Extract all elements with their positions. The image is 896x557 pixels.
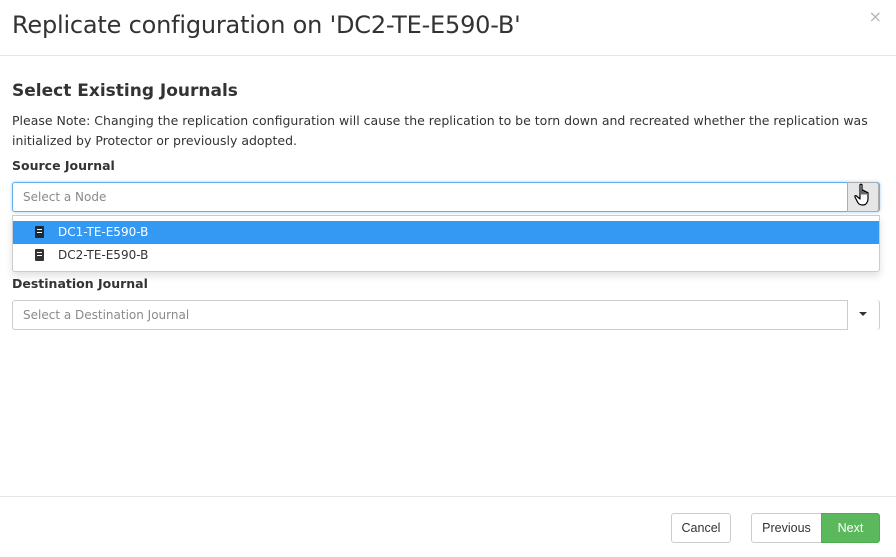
replicate-config-dialog: Replicate configuration on 'DC2-TE-E590-… bbox=[0, 0, 896, 557]
next-button[interactable]: Next bbox=[821, 513, 880, 543]
chevron-down-icon bbox=[859, 312, 867, 316]
option-label: DC1-TE-E590-B bbox=[58, 225, 149, 239]
destination-journal-dropdown-toggle[interactable] bbox=[847, 300, 879, 330]
source-journal-dropdown-list: DC1-TE-E590-B DC2-TE-E590-B bbox=[12, 215, 880, 272]
dialog-title: Replicate configuration on 'DC2-TE-E590-… bbox=[12, 11, 521, 39]
replication-note: Please Note: Changing the replication co… bbox=[12, 113, 868, 148]
dropdown-option-dc2[interactable]: DC2-TE-E590-B bbox=[13, 244, 879, 267]
dialog-header: Replicate configuration on 'DC2-TE-E590-… bbox=[0, 0, 896, 56]
dropdown-option-dc1[interactable]: DC1-TE-E590-B bbox=[13, 221, 879, 244]
node-icon bbox=[35, 249, 44, 261]
source-journal-label: Source Journal bbox=[12, 158, 115, 173]
destination-journal-placeholder: Select a Destination Journal bbox=[23, 308, 190, 322]
hand-pointer-cursor-icon bbox=[854, 183, 869, 206]
cancel-button[interactable]: Cancel bbox=[671, 513, 731, 543]
source-journal-select[interactable]: Select a Node bbox=[12, 182, 880, 212]
dialog-footer: Cancel Previous Next bbox=[0, 496, 896, 557]
destination-journal-label: Destination Journal bbox=[12, 276, 148, 291]
previous-button[interactable]: Previous bbox=[751, 513, 822, 543]
section-heading: Select Existing Journals bbox=[12, 81, 238, 101]
destination-journal-select[interactable]: Select a Destination Journal bbox=[12, 300, 880, 330]
option-label: DC2-TE-E590-B bbox=[58, 248, 149, 262]
source-journal-placeholder: Select a Node bbox=[23, 190, 107, 204]
close-icon[interactable]: × bbox=[869, 9, 882, 25]
node-icon bbox=[35, 226, 44, 238]
